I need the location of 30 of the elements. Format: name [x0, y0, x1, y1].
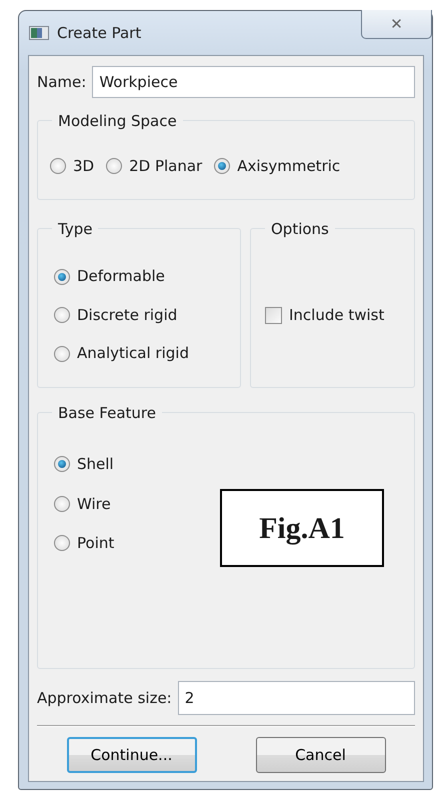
radio-button[interactable] — [106, 158, 122, 174]
radio-button[interactable] — [54, 496, 70, 512]
option-label[interactable]: 2D Planar — [129, 154, 202, 178]
size-field[interactable]: 2 — [178, 681, 415, 715]
name-field[interactable]: Workpiece — [92, 66, 415, 98]
continue-button[interactable]: Continue... — [66, 737, 196, 773]
checkbox-label[interactable]: Include twist — [289, 304, 384, 326]
option-label[interactable]: Discrete rigid — [77, 304, 178, 326]
option-label[interactable]: Axisymmetric — [237, 154, 340, 178]
window-title: Create Part — [57, 22, 142, 44]
field-label: Name: — [37, 72, 86, 93]
option-label[interactable]: Point — [77, 532, 114, 554]
radio-button[interactable] — [50, 158, 66, 174]
radio-button[interactable] — [214, 158, 230, 174]
option-label[interactable]: 3D — [73, 154, 94, 178]
app-icon — [29, 26, 49, 40]
cancel-button[interactable]: Cancel — [256, 737, 386, 773]
radio-button[interactable] — [54, 535, 70, 552]
figure-label: Fig.A1 — [220, 489, 384, 567]
close-button[interactable]: ✕ — [361, 10, 432, 39]
radio-button[interactable] — [54, 346, 70, 362]
option-label[interactable]: Deformable — [77, 265, 165, 288]
radio-button[interactable] — [54, 268, 70, 284]
radio-button[interactable] — [54, 456, 70, 472]
checkbox[interactable] — [265, 306, 282, 324]
option-label[interactable]: Wire — [77, 492, 111, 515]
option-label[interactable]: Analytical rigid — [77, 342, 189, 365]
radio-button[interactable] — [54, 307, 70, 323]
option-label[interactable]: Shell — [77, 453, 114, 476]
field-label: Approximate size: — [37, 688, 172, 709]
